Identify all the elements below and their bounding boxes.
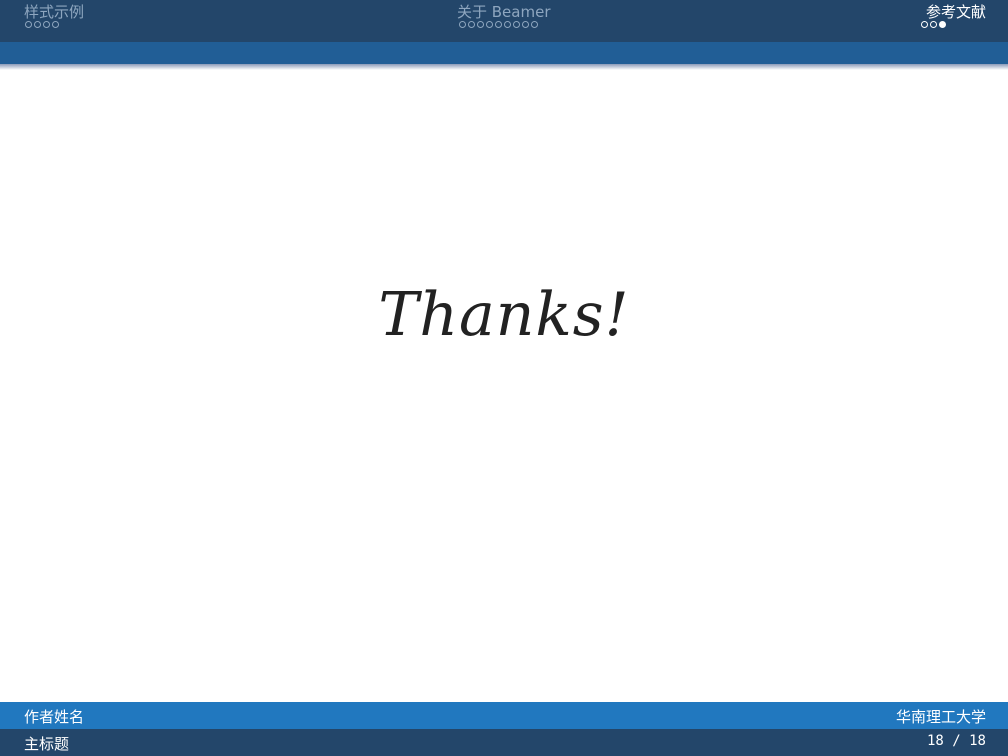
footer-institute: 华南理工大学 — [895, 708, 986, 726]
footer-author-bar: 作者姓名 华南理工大学 — [0, 702, 1008, 729]
slide-dot[interactable] — [921, 21, 928, 28]
header-shadow — [0, 64, 1008, 70]
section-link-references[interactable]: 参考文献 — [926, 1, 986, 22]
slide-dot[interactable] — [477, 21, 484, 28]
footer-author: 作者姓名 — [24, 708, 85, 726]
header-band — [0, 42, 1008, 64]
slide-dots-0 — [25, 21, 59, 28]
page-number: 18 / 18 — [926, 733, 986, 749]
slide-dot[interactable] — [52, 21, 59, 28]
header-navigation: 样式示例 关于 Beamer 参考文献 — [0, 0, 1008, 42]
slide-dot[interactable] — [513, 21, 520, 28]
slide-dot[interactable] — [522, 21, 529, 28]
slide-dot[interactable] — [930, 21, 937, 28]
thanks-text: Thanks! — [378, 280, 630, 350]
slide-dot[interactable] — [34, 21, 41, 28]
slide-dot[interactable] — [939, 21, 946, 28]
slide-dots-2 — [921, 21, 946, 28]
slide-dot[interactable] — [486, 21, 493, 28]
footer-title: 主标题 — [24, 735, 70, 753]
slide-dot[interactable] — [459, 21, 466, 28]
slide-dot[interactable] — [468, 21, 475, 28]
slide-dot[interactable] — [43, 21, 50, 28]
slide-dot[interactable] — [504, 21, 511, 28]
slide-dot[interactable] — [531, 21, 538, 28]
footer-title-bar: 主标题 18 / 18 — [0, 729, 1008, 756]
slide-dot[interactable] — [495, 21, 502, 28]
section-link-style-examples[interactable]: 样式示例 — [24, 1, 84, 22]
slide-dots-1 — [459, 21, 538, 28]
slide-dot[interactable] — [25, 21, 32, 28]
section-link-about-beamer[interactable]: 关于 Beamer — [457, 1, 551, 22]
